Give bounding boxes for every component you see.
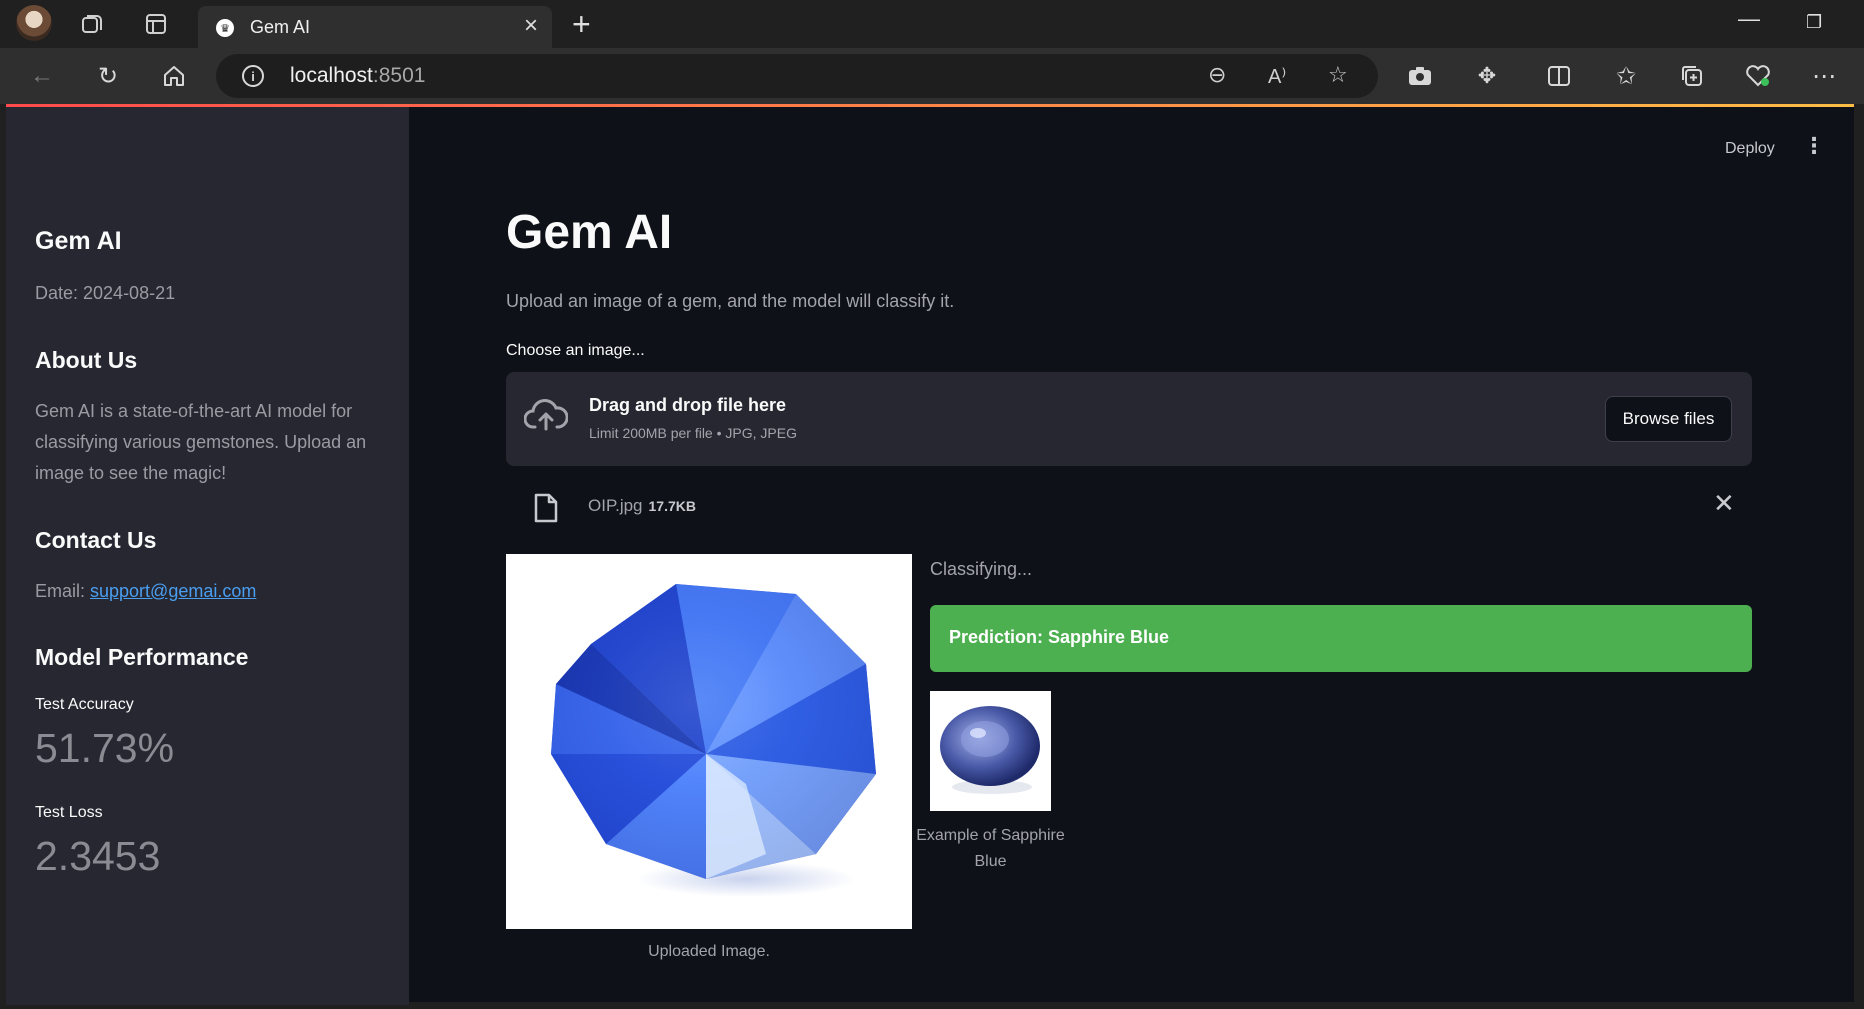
url-text: localhost:8501 (290, 64, 426, 87)
uploaded-image-caption: Uploaded Image. (648, 943, 770, 960)
sidebar-title: Gem AI (35, 227, 122, 255)
contact-heading: Contact Us (35, 527, 157, 553)
email-label: Email: (35, 581, 91, 601)
collections-icon[interactable] (1674, 58, 1710, 94)
main-menu-icon[interactable]: ⋮ (1803, 135, 1825, 157)
close-tab-icon[interactable]: × (524, 12, 538, 40)
browser-tab-bar: ♛ Gem AI × + — ❐ (0, 0, 1864, 48)
contact-email-line: Email: support@gemai.com (35, 576, 256, 607)
browser-health-icon[interactable] (1740, 58, 1776, 94)
app-viewport: Gem AI Date: 2024-08-21 About Us Gem AI … (6, 104, 1854, 1005)
active-browser-tab[interactable]: ♛ Gem AI × (198, 6, 552, 48)
dropzone-limit: Limit 200MB per file • JPG, JPEG (589, 425, 797, 441)
uploaded-file-entry: OIP.jpg 17.7KB (588, 496, 696, 516)
split-screen-icon[interactable] (1541, 58, 1577, 94)
deploy-button[interactable]: Deploy (1725, 140, 1775, 158)
more-options-icon[interactable]: ⋯ (1806, 58, 1842, 94)
file-dropzone[interactable]: Drag and drop file here Limit 200MB per … (506, 372, 1752, 466)
cloud-upload-icon (524, 399, 568, 431)
read-aloud-icon[interactable]: A⁾ (1268, 64, 1286, 89)
workspaces-icon[interactable] (77, 10, 109, 38)
new-tab-icon[interactable]: + (572, 6, 591, 43)
file-name: OIP.jpg (588, 496, 643, 515)
file-size: 17.7KB (648, 498, 696, 514)
profile-avatar[interactable] (16, 5, 52, 41)
file-icon (534, 493, 558, 523)
zoom-out-icon[interactable]: ⊖ (1208, 62, 1226, 88)
status-text: Classifying... (930, 559, 1033, 579)
favorites-icon[interactable]: ✩ (1608, 58, 1644, 94)
home-icon[interactable] (156, 58, 192, 94)
uploader-label: Choose an image... (506, 342, 645, 359)
minimize-icon[interactable]: — (1738, 6, 1760, 32)
email-link[interactable]: support@gemai.com (90, 581, 256, 601)
tab-title: Gem AI (250, 17, 311, 37)
refresh-icon[interactable]: ↻ (90, 58, 126, 94)
dropzone-text: Drag and drop file here (589, 395, 787, 415)
about-text: Gem AI is a state-of-the-art AI model fo… (35, 401, 367, 483)
about-heading: About Us (35, 347, 138, 373)
streamlit-crown-icon: ♛ (216, 19, 234, 37)
metric-value-loss: 2.3453 (35, 833, 161, 879)
back-arrow-icon[interactable]: ← (24, 58, 60, 94)
example-gem-image (930, 691, 1051, 811)
prediction-banner: Prediction: Sapphire Blue (930, 605, 1752, 672)
remove-file-icon[interactable]: ✕ (1713, 488, 1735, 519)
favorite-star-icon[interactable]: ☆ (1328, 62, 1348, 88)
metric-label-loss: Test Loss (35, 804, 103, 821)
browse-files-button[interactable]: Browse files (1605, 396, 1732, 442)
address-bar[interactable]: i localhost:8501 ⊖ A⁾ ☆ (216, 54, 1378, 98)
screenshot-camera-icon[interactable] (1402, 58, 1438, 94)
restore-icon[interactable]: ❐ (1806, 12, 1822, 33)
metric-value-accuracy: 51.73% (35, 725, 175, 771)
page-title: Gem AI (506, 206, 673, 259)
extensions-icon[interactable]: ✥ (1469, 58, 1505, 94)
sidebar: Gem AI Date: 2024-08-21 About Us Gem AI … (6, 107, 409, 1005)
site-info-icon[interactable]: i (242, 65, 264, 87)
performance-heading: Model Performance (35, 644, 249, 670)
example-image-caption: Example of Sapphire Blue (916, 827, 1065, 870)
metric-label-accuracy: Test Accuracy (35, 696, 134, 713)
page-subtitle: Upload an image of a gem, and the model … (506, 291, 955, 311)
sidebar-date: Date: 2024-08-21 (35, 283, 176, 303)
tab-actions-icon[interactable] (140, 10, 172, 38)
uploaded-gem-image (506, 554, 912, 929)
browser-nav-bar: ← ↻ i localhost:8501 ⊖ A⁾ ☆ ✥ ✩ ⋯ (0, 48, 1864, 104)
